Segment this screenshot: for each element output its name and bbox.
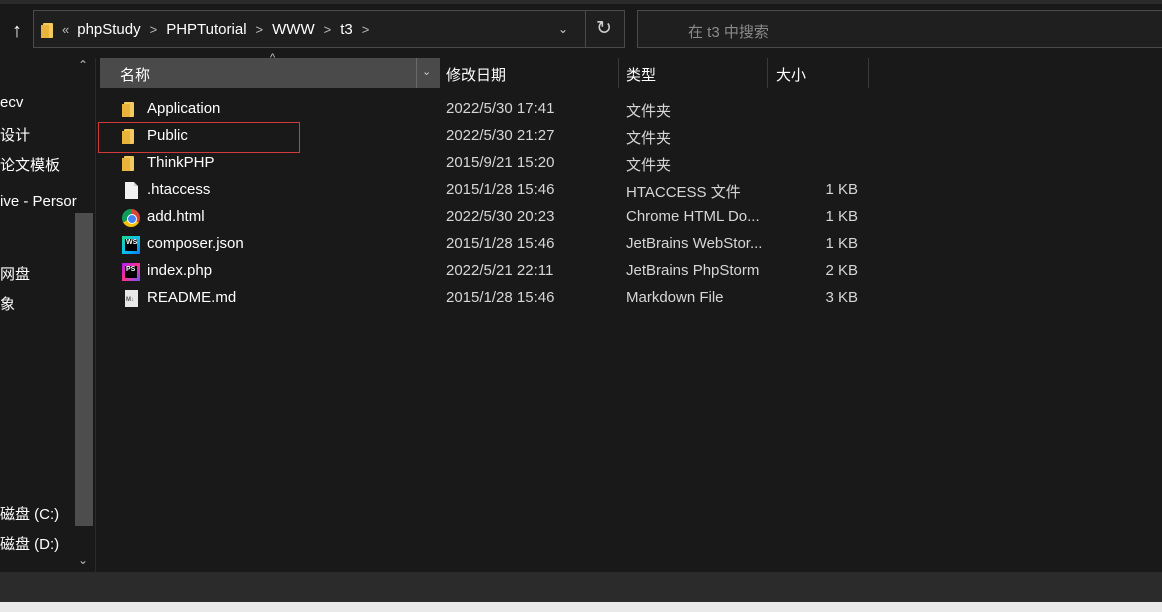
nav-item-drive-d[interactable]: 磁盘 (D:): [0, 533, 59, 554]
file-row[interactable]: ThinkPHP 2015/9/21 15:20 文件夹: [100, 150, 870, 177]
file-size: 1 KB: [825, 181, 858, 198]
nav-item[interactable]: 象: [0, 293, 15, 314]
nav-item-drive-c[interactable]: 磁盘 (C:): [0, 503, 59, 524]
breadcrumb-chevron-icon[interactable]: >: [362, 22, 370, 37]
file-name[interactable]: composer.json: [147, 235, 244, 252]
file-name[interactable]: add.html: [147, 208, 205, 225]
file-name[interactable]: Application: [147, 100, 220, 117]
file-size: 1 KB: [825, 208, 858, 225]
scroll-down-icon[interactable]: ⌄: [78, 553, 88, 567]
file-type: JetBrains WebStor...: [626, 235, 763, 252]
file-name[interactable]: README.md: [147, 289, 236, 306]
column-header-size[interactable]: 大小: [776, 64, 806, 85]
divider[interactable]: [767, 58, 768, 88]
file-size: 2 KB: [825, 262, 858, 279]
blank-file-icon: [122, 182, 140, 200]
file-modified: 2015/1/28 15:46: [446, 181, 555, 198]
file-type: Chrome HTML Do...: [626, 208, 760, 225]
breadcrumb-item-www[interactable]: WWW: [272, 21, 314, 38]
file-type: 文件夹: [626, 157, 672, 174]
nav-item[interactable]: 设计: [0, 124, 30, 145]
nav-scrollbar[interactable]: ⌃ ⌄: [74, 58, 94, 572]
file-modified: 2022/5/30 21:27: [446, 127, 555, 144]
address-bar[interactable]: « phpStudy > PHPTutorial > WWW > t3 > ⌄ …: [33, 10, 625, 48]
file-row[interactable]: Application 2022/5/30 17:41 文件夹: [100, 96, 870, 123]
nav-item[interactable]: 网盘: [0, 263, 30, 284]
breadcrumb-chevron-icon[interactable]: >: [150, 22, 158, 37]
file-modified: 2022/5/30 20:23: [446, 208, 555, 225]
file-row[interactable]: add.html 2022/5/30 20:23 Chrome HTML Do.…: [100, 204, 870, 231]
breadcrumb-item-t3[interactable]: t3: [340, 21, 353, 38]
file-modified: 2022/5/21 22:11: [446, 262, 554, 279]
file-size: 3 KB: [825, 289, 858, 306]
status-bar: [0, 572, 1162, 602]
breadcrumb-chevron-icon[interactable]: >: [324, 22, 332, 37]
selection-highlight: [98, 122, 300, 153]
up-arrow-button[interactable]: ↑: [6, 18, 28, 44]
up-arrow-icon: ↑: [12, 20, 22, 42]
divider: [585, 11, 586, 47]
file-name[interactable]: ThinkPHP: [147, 154, 215, 171]
chrome-icon: [122, 209, 140, 227]
folder-icon: [122, 101, 140, 119]
file-modified: 2015/1/28 15:46: [446, 235, 555, 252]
folder-icon: [122, 155, 140, 173]
search-placeholder[interactable]: 在 t3 中搜索: [688, 21, 769, 42]
file-type: HTACCESS 文件: [626, 184, 741, 201]
file-name[interactable]: .htaccess: [147, 181, 210, 198]
column-header-name[interactable]: 名称 ^ ⌄: [100, 52, 440, 88]
nav-item[interactable]: 论文模板: [0, 154, 60, 175]
breadcrumb-item-phptutorial[interactable]: PHPTutorial: [166, 21, 246, 38]
file-type: 文件夹: [626, 103, 672, 120]
scroll-up-icon[interactable]: ⌃: [78, 58, 88, 72]
folder-icon: [41, 22, 55, 38]
nav-item[interactable]: ive - Persor: [0, 193, 77, 210]
breadcrumb-item-phpstudy[interactable]: phpStudy: [77, 21, 140, 38]
file-name[interactable]: index.php: [147, 262, 212, 279]
file-type: 文件夹: [626, 130, 672, 147]
file-row[interactable]: PS index.php 2022/5/21 22:11 JetBrains P…: [100, 258, 870, 285]
address-dropdown-icon[interactable]: ⌄: [558, 22, 568, 36]
file-type: JetBrains PhpStorm: [626, 262, 760, 279]
search-box[interactable]: 在 t3 中搜索: [637, 10, 1162, 48]
window-edge: [0, 0, 1162, 4]
divider: [95, 58, 96, 572]
breadcrumb: « phpStudy > PHPTutorial > WWW > t3 >: [62, 11, 378, 47]
file-row[interactable]: .htaccess 2015/1/28 15:46 HTACCESS 文件 1 …: [100, 177, 870, 204]
column-header-type[interactable]: 类型: [626, 64, 656, 85]
breadcrumb-chevron-icon[interactable]: >: [256, 22, 264, 37]
file-size: 1 KB: [825, 235, 858, 252]
file-modified: 2022/5/30 17:41: [446, 100, 555, 117]
toolbar: ↑ « phpStudy > PHPTutorial > WWW > t3 > …: [0, 0, 1162, 58]
refresh-icon[interactable]: ↻: [596, 17, 612, 40]
nav-item[interactable]: ecv: [0, 94, 23, 111]
sort-arrow-icon: ^: [270, 52, 276, 64]
file-modified: 2015/9/21 15:20: [446, 154, 555, 171]
chevron-down-icon[interactable]: ⌄: [422, 65, 431, 78]
divider: [416, 58, 417, 88]
window-edge: [0, 602, 1162, 612]
divider[interactable]: [618, 58, 619, 88]
file-row[interactable]: M↓ README.md 2015/1/28 15:46 Markdown Fi…: [100, 285, 870, 312]
column-header-modified[interactable]: 修改日期: [446, 64, 506, 85]
markdown-icon: M↓: [122, 290, 140, 308]
phpstorm-icon: PS: [122, 263, 140, 281]
divider[interactable]: [868, 58, 869, 88]
column-header-name-label: 名称: [120, 67, 151, 84]
file-modified: 2015/1/28 15:46: [446, 289, 555, 306]
file-type: Markdown File: [626, 289, 724, 306]
overflow-chevron-icon[interactable]: «: [62, 22, 69, 37]
scrollbar-thumb[interactable]: [75, 213, 93, 526]
webstorm-icon: WS: [122, 236, 140, 254]
file-row[interactable]: WS composer.json 2015/1/28 15:46 JetBrai…: [100, 231, 870, 258]
